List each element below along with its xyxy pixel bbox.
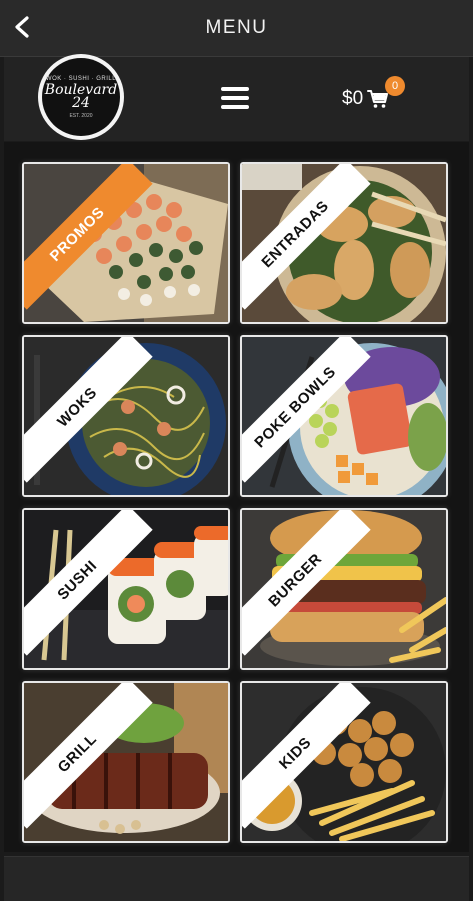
bottom-bar [4, 856, 469, 901]
category-promos[interactable]: PROMOS [22, 162, 230, 324]
logo-badge: WOK · SUSHI · GRILL Boulevard 24 EST. 20… [42, 58, 120, 136]
category-poke-bowls[interactable]: POKE BOWLS [240, 335, 448, 497]
category-woks[interactable]: WOKS [22, 335, 230, 497]
top-bar: MENU [0, 0, 473, 57]
cart-badge: 0 [385, 76, 405, 96]
category-entradas[interactable]: ENTRADAS [240, 162, 448, 324]
category-grid: PROMOS ENTRADAS WOKS POKE BOWLS SUSHI BU… [4, 142, 469, 852]
category-kids[interactable]: KIDS [240, 681, 448, 843]
menu-icon[interactable] [221, 87, 249, 109]
logo-tagline: WOK · SUSHI · GRILL [45, 75, 117, 82]
category-sushi[interactable]: SUSHI [22, 508, 230, 670]
cart-total: $0 [342, 88, 364, 109]
logo-est: EST. 2020 [69, 112, 93, 119]
cart-button[interactable]: $0 0 [342, 76, 405, 113]
restaurant-header: WOK · SUSHI · GRILL Boulevard 24 EST. 20… [4, 54, 469, 141]
logo-name: Boulevard 24 [44, 81, 118, 111]
page-title: MENU [205, 17, 268, 38]
category-grill[interactable]: GRILL [22, 681, 230, 843]
shopping-cart-icon [367, 89, 389, 109]
category-burger[interactable]: BURGER [240, 508, 448, 670]
restaurant-logo[interactable]: WOK · SUSHI · GRILL Boulevard 24 EST. 20… [38, 54, 124, 140]
